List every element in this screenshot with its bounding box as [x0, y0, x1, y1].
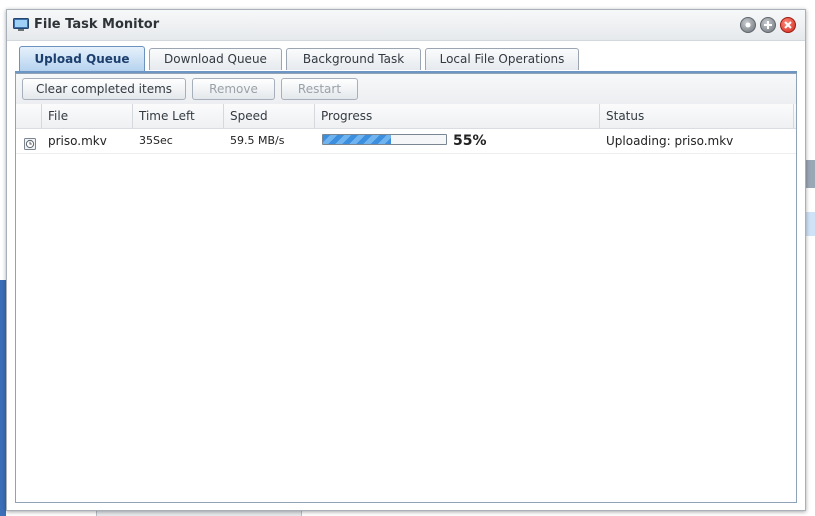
- table-row[interactable]: priso.mkv 35Sec 59.5 MB/s 55% Uploading:…: [16, 129, 796, 154]
- monitor-icon: [13, 17, 29, 31]
- header-progress[interactable]: Progress: [315, 104, 600, 128]
- progress-percent: 55%: [453, 133, 487, 149]
- progress-bar: [322, 134, 447, 145]
- tab-background-task[interactable]: Background Task: [286, 48, 421, 70]
- close-icon[interactable]: [780, 17, 796, 33]
- clock-icon: [24, 135, 36, 150]
- cell-speed: 59.5 MB/s: [230, 134, 285, 147]
- background-window-edge: [806, 160, 815, 188]
- header-speed[interactable]: Speed: [224, 104, 315, 128]
- toolbar: Clear completed items Remove Restart: [16, 74, 796, 105]
- header-time-left[interactable]: Time Left: [133, 104, 224, 128]
- tab-download-queue[interactable]: Download Queue: [149, 48, 282, 70]
- background-window-edge: [806, 212, 815, 236]
- header-icon-column: [16, 104, 42, 128]
- cell-file: priso.mkv: [48, 134, 107, 148]
- cell-status: Uploading: priso.mkv: [606, 134, 734, 148]
- cell-time-left: 35Sec: [139, 134, 173, 147]
- upload-queue-panel: Clear completed items Remove Restart Fil…: [15, 73, 797, 503]
- window-title: File Task Monitor: [34, 17, 160, 32]
- header-file[interactable]: File: [42, 104, 133, 128]
- header-status[interactable]: Status: [600, 104, 794, 128]
- title-bar[interactable]: File Task Monitor: [7, 10, 805, 41]
- maximize-icon[interactable]: [760, 17, 776, 33]
- restart-button[interactable]: Restart: [281, 78, 358, 100]
- grid-header: File Time Left Speed Progress Status: [16, 104, 796, 129]
- minimize-icon[interactable]: [740, 17, 756, 33]
- tab-local-file-operations[interactable]: Local File Operations: [425, 48, 579, 70]
- tab-strip: Upload Queue Download Queue Background T…: [15, 46, 797, 72]
- clear-completed-button[interactable]: Clear completed items: [22, 78, 186, 100]
- remove-button[interactable]: Remove: [192, 78, 275, 100]
- tab-upload-queue[interactable]: Upload Queue: [19, 46, 145, 71]
- file-task-monitor-window: File Task Monitor Upload Queue Download …: [6, 9, 806, 511]
- progress-fill: [323, 135, 391, 144]
